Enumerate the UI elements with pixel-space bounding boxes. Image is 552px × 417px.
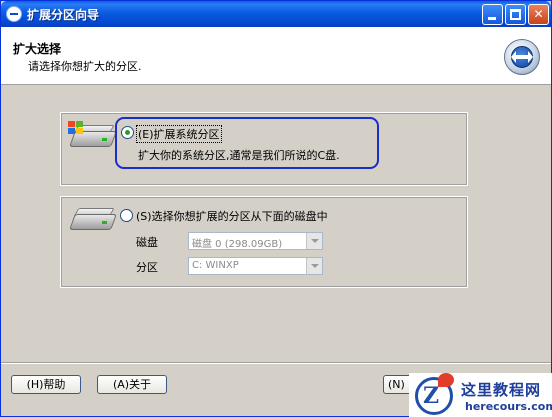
app-icon [6,6,22,22]
disk-select[interactable]: 磁盘 0 (298.09GB) [188,232,323,250]
about-button[interactable]: (A)关于 [97,375,167,394]
title-bar[interactable]: 扩展分区向导 ✕ [1,1,551,27]
help-button[interactable]: (H)帮助 [11,375,81,394]
watermark: Z 这里教程网 herecours.com [409,373,552,417]
partition-select[interactable]: C: WINXP [188,257,323,275]
wizard-header: 扩大选择 请选择你想扩大的分区. [1,27,551,85]
page-subtitle: 请选择你想扩大的分区. [28,60,142,73]
close-icon: ✕ [533,7,544,21]
footer-divider [1,362,551,364]
maximize-icon [510,9,521,20]
watermark-url: herecours.com [465,400,552,413]
disk-label: 磁盘 [136,236,158,249]
select-partition-label[interactable]: (S)选择你想扩展的分区从下面的磁盘中 [136,208,328,224]
hard-disk-icon [68,204,117,236]
chevron-down-icon[interactable] [306,233,322,249]
window-title: 扩展分区向导 [27,8,100,22]
partition-select-value: C: WINXP [192,260,239,271]
select-partition-radio[interactable] [120,209,133,222]
windows-flag-icon [68,121,84,135]
partition-label: 分区 [136,261,158,274]
watermark-logo: Z [415,373,454,415]
page-title: 扩大选择 [13,42,62,56]
minimize-button[interactable] [482,4,503,25]
maximize-button[interactable] [505,4,526,25]
minimize-icon [488,17,496,20]
disk-select-value: 磁盘 0 (298.09GB) [192,239,283,250]
wizard-window: 扩展分区向导 ✕ 扩大选择 请选择你想扩大的分区. (E)扩展系统分区 扩大你的… [0,0,552,417]
system-disk-icon [68,121,117,153]
resize-arrows-icon [504,39,540,75]
watermark-title: 这里教程网 [461,381,542,399]
chevron-down-icon[interactable] [306,258,322,274]
close-button[interactable]: ✕ [528,4,549,25]
highlight-annotation [115,117,379,169]
